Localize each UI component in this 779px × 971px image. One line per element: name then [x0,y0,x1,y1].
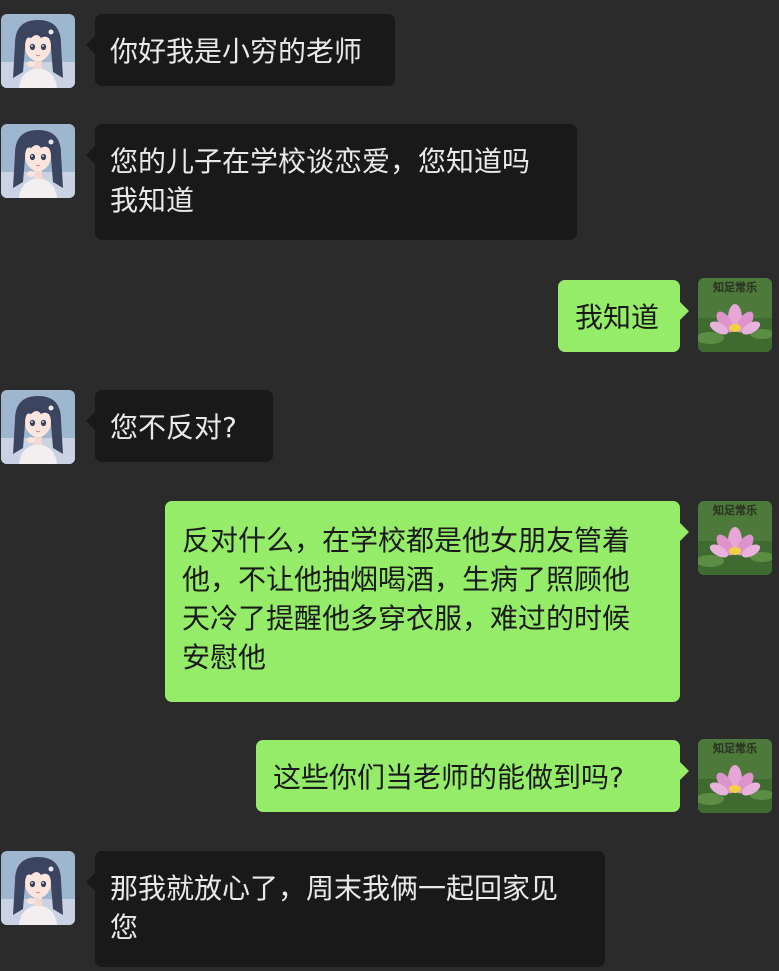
contact-avatar-icon[interactable] [1,14,75,88]
contact-avatar-icon[interactable] [1,124,75,198]
outgoing-message-bubble[interactable]: 我知道 [558,280,689,352]
outgoing-message-bubble[interactable]: 这些你们当老师的能做到吗? [256,740,689,812]
outgoing-message-bubble[interactable]: 反对什么，在学校都是他女朋友管着 他，不让他抽烟喝酒，生病了照顾他 天冷了提醒他… [165,501,689,702]
incoming-message-bubble[interactable]: 您不反对? [86,390,273,462]
incoming-message-bubble[interactable]: 那我就放心了，周末我俩一起回家见 您 [86,851,605,967]
my-avatar-lotus-icon[interactable] [698,278,772,352]
incoming-message-bubble[interactable]: 您的儿子在学校谈恋爱，您知道吗 我知道 [86,124,577,240]
my-avatar-lotus-icon[interactable] [698,501,772,575]
my-avatar-lotus-icon[interactable] [698,739,772,813]
contact-avatar-icon[interactable] [1,851,75,925]
incoming-message-bubble[interactable]: 你好我是小穷的老师 [86,14,395,86]
contact-avatar-icon[interactable] [1,390,75,464]
